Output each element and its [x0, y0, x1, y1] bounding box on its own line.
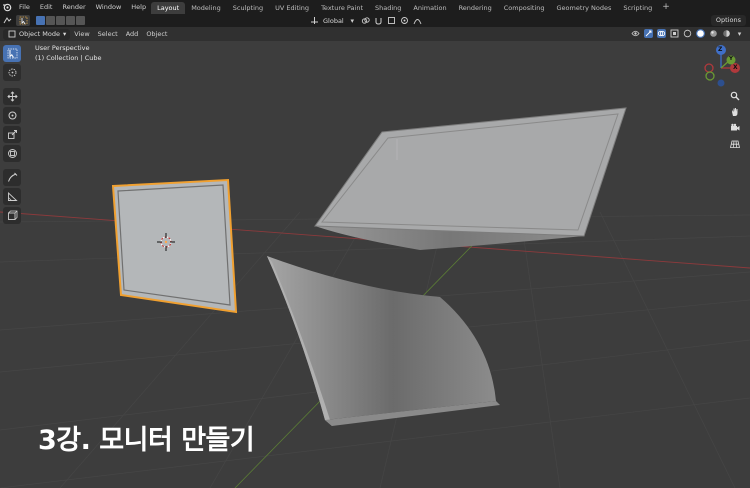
viewport-collection-label: (1) Collection | Cube [35, 54, 102, 62]
snap-target-icon[interactable] [387, 16, 396, 25]
select-new-icon[interactable] [36, 16, 45, 25]
left-toolbar [3, 45, 22, 224]
gizmo-neg-z-axis[interactable] [717, 79, 725, 87]
chevron-down-icon: ▾ [62, 30, 67, 38]
pan-hand-icon[interactable] [727, 104, 743, 120]
xray-icon[interactable] [670, 29, 679, 38]
gizmo-neg-x-axis[interactable] [704, 63, 714, 73]
selected-plane-object[interactable] [111, 178, 238, 314]
tab-texture-paint[interactable]: Texture Paint [315, 2, 369, 14]
editor-type-icon[interactable] [3, 16, 12, 25]
transform-orientation-icon [310, 16, 319, 25]
overlays-icon[interactable] [657, 29, 666, 38]
menu-select[interactable]: Select [94, 30, 122, 38]
pencil-icon [7, 172, 17, 182]
tab-scripting[interactable]: Scripting [617, 2, 658, 14]
zoom-icon[interactable] [727, 88, 743, 104]
menu-window[interactable]: Window [91, 0, 127, 14]
scale-tool-button[interactable] [3, 126, 21, 143]
select-tool-button[interactable] [3, 45, 21, 62]
tutorial-caption: 3강. 모니터 만들기 [38, 425, 255, 456]
add-cube-tool-button[interactable] [3, 207, 21, 224]
measure-tool-button[interactable] [3, 188, 21, 205]
add-cube-icon [7, 210, 17, 220]
snap-icon[interactable] [374, 16, 383, 25]
visibility-icon[interactable] [631, 29, 640, 38]
shading-material-icon[interactable] [709, 29, 718, 38]
gizmo-z-label: Z [718, 46, 723, 53]
add-workspace-button[interactable]: + [658, 0, 674, 14]
transform-tool-button[interactable] [3, 145, 21, 162]
tab-sculpting[interactable]: Sculpting [227, 2, 269, 14]
select-intersect-icon[interactable] [76, 16, 85, 25]
blender-logo-icon[interactable] [0, 0, 14, 14]
options-dropdown[interactable]: Options [710, 15, 746, 26]
viewport-header: Object Mode ▾ View Select Add Object ▾ [0, 27, 750, 41]
navigation-gizmo[interactable]: Z Y X [694, 42, 748, 90]
top-menu-bar: File Edit Render Window Help Layout Mode… [0, 0, 750, 14]
cursor-tool-button[interactable] [3, 64, 21, 81]
selection-mode-buttons[interactable] [36, 16, 85, 25]
tab-geometry-nodes[interactable]: Geometry Nodes [551, 2, 618, 14]
shading-wireframe-icon[interactable] [683, 29, 692, 38]
pivot-icon[interactable] [361, 16, 370, 25]
ruler-icon [7, 191, 18, 201]
gizmo-x-label: X [733, 64, 738, 71]
crosshair-icon [8, 68, 16, 77]
proportional-edit-icon[interactable] [400, 16, 409, 25]
gizmo-y-label: Y [729, 56, 733, 62]
annotate-tool-button[interactable] [3, 169, 21, 186]
rotate-tool-button[interactable] [3, 107, 21, 124]
select-extend-icon[interactable] [46, 16, 55, 25]
scale-icon [7, 130, 17, 139]
menu-object[interactable]: Object [142, 30, 171, 38]
perspective-grid-icon[interactable] [727, 136, 743, 152]
menu-edit[interactable]: Edit [35, 0, 58, 14]
menu-file[interactable]: File [14, 0, 35, 14]
cursor-arrow-icon [7, 48, 17, 59]
tab-compositing[interactable]: Compositing [498, 2, 551, 14]
select-box-tool-button[interactable] [16, 15, 30, 26]
select-invert-icon[interactable] [66, 16, 75, 25]
rotate-icon [8, 111, 16, 120]
shading-rendered-icon[interactable] [722, 29, 731, 38]
tab-shading[interactable]: Shading [369, 2, 407, 14]
transform-icon [7, 149, 17, 158]
upper-monitor-object[interactable] [314, 107, 627, 250]
select-subtract-icon[interactable] [56, 16, 65, 25]
move-tool-button[interactable] [3, 88, 21, 105]
tab-modeling[interactable]: Modeling [185, 2, 227, 14]
tool-settings-bar: Global ▾ Options [0, 14, 750, 27]
menu-view[interactable]: View [70, 30, 93, 38]
menu-help[interactable]: Help [126, 0, 151, 14]
viewport-perspective-label: User Perspective [35, 44, 90, 52]
gizmo-toggle-icon[interactable] [644, 29, 653, 38]
shading-solid-icon[interactable] [696, 29, 705, 38]
tab-layout[interactable]: Layout [151, 2, 186, 14]
orientation-dropdown[interactable]: Global [323, 17, 344, 25]
camera-view-icon[interactable] [727, 120, 743, 136]
tab-rendering[interactable]: Rendering [453, 2, 498, 14]
object-mode-icon [7, 30, 16, 39]
tab-uv-editing[interactable]: UV Editing [269, 2, 315, 14]
menu-render[interactable]: Render [57, 0, 90, 14]
move-arrows-icon [6, 91, 18, 102]
menu-add[interactable]: Add [122, 30, 143, 38]
falloff-icon[interactable] [413, 16, 422, 25]
lower-curved-object[interactable] [267, 256, 500, 426]
object-mode-dropdown[interactable]: Object Mode ▾ [3, 28, 71, 40]
gizmo-neg-y-axis[interactable] [705, 71, 715, 81]
chevron-down-icon[interactable]: ▾ [735, 29, 744, 38]
tab-animation[interactable]: Animation [407, 2, 452, 14]
object-mode-label: Object Mode [19, 30, 60, 38]
chevron-down-icon: ▾ [350, 16, 354, 25]
